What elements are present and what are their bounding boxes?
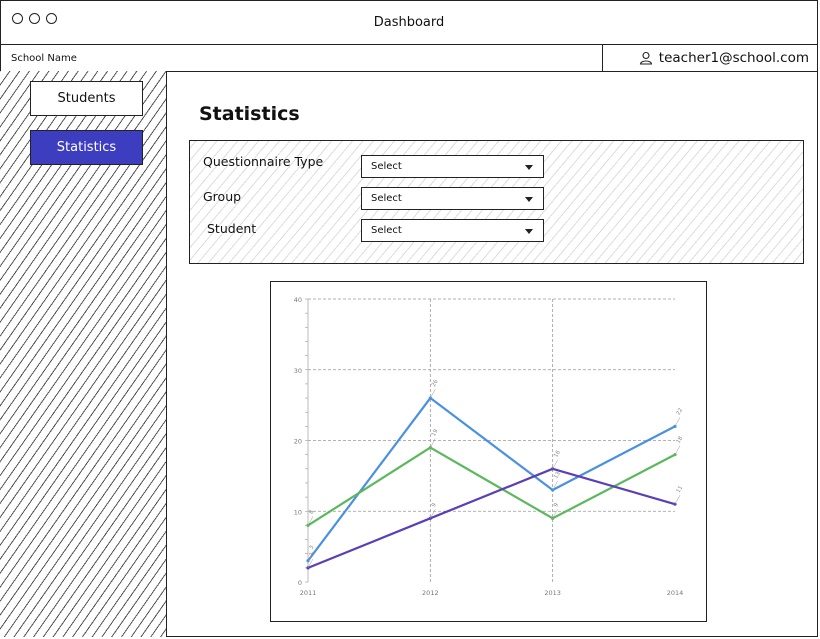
questionnaire-type-label: Questionnaire Type xyxy=(203,154,324,169)
data-point xyxy=(306,523,310,527)
data-label-leader xyxy=(674,495,681,505)
sidebar-item-statistics[interactable]: Statistics xyxy=(30,130,143,165)
data-point xyxy=(551,488,555,492)
x-tick-label: 2012 xyxy=(422,589,439,597)
data-label-leader xyxy=(552,459,558,469)
data-label-leader xyxy=(674,417,681,427)
data-point xyxy=(551,467,555,471)
sidebar-item-students[interactable]: Students xyxy=(30,81,143,116)
x-tick-label: 2011 xyxy=(300,589,317,597)
filters-panel: Questionnaire Type Select Group Select S… xyxy=(189,140,804,264)
statistics-chart: 0 10 20 30 40 2011 2012 2013 2014 3 26 13 22 8 19 9 18 2 9… xyxy=(270,281,707,622)
data-label: 16 xyxy=(553,449,562,458)
student-value: Select xyxy=(371,225,402,236)
school-name: School Name xyxy=(11,53,77,64)
data-label: 26 xyxy=(431,379,440,388)
data-label: 9 xyxy=(553,502,560,508)
data-label-leader xyxy=(674,445,681,455)
y-tick-label: 10 xyxy=(294,508,302,516)
data-label: 22 xyxy=(676,407,685,416)
x-tick-label: 2013 xyxy=(544,589,561,597)
chevron-down-icon xyxy=(525,165,533,170)
data-label-leader xyxy=(430,388,436,399)
user-email: teacher1@school.com xyxy=(658,50,809,66)
data-label: 3 xyxy=(309,544,316,550)
user-account-button[interactable]: teacher1@school.com xyxy=(602,44,818,72)
data-label: 18 xyxy=(676,435,685,444)
chevron-down-icon xyxy=(525,229,533,234)
user-icon xyxy=(639,51,652,65)
group-select[interactable]: Select xyxy=(361,187,544,210)
data-label: 8 xyxy=(309,509,316,515)
group-label: Group xyxy=(203,189,242,204)
y-tick-label: 40 xyxy=(294,296,302,304)
y-tick-label: 30 xyxy=(294,367,302,375)
y-tick-label: 20 xyxy=(294,438,302,446)
title-bar: Dashboard xyxy=(1,1,817,45)
line-chart: 0102030402011 2012 2013 2014326132281991829… xyxy=(294,296,685,597)
student-select[interactable]: Select xyxy=(361,219,544,242)
data-point xyxy=(306,559,310,563)
data-label: 19 xyxy=(431,428,440,437)
chevron-down-icon xyxy=(525,197,533,202)
x-tick-label: 2014 xyxy=(667,589,684,597)
group-value: Select xyxy=(371,193,402,204)
data-label: 11 xyxy=(676,485,685,494)
data-label: 9 xyxy=(431,502,438,508)
sidebar: Students Statistics xyxy=(0,71,167,637)
questionnaire-type-select[interactable]: Select xyxy=(361,155,544,178)
questionnaire-type-value: Select xyxy=(371,161,402,172)
window-title: Dashboard xyxy=(373,15,445,30)
page-title: Statistics xyxy=(199,103,300,125)
student-label: Student xyxy=(207,221,257,236)
series-line-1 xyxy=(307,396,676,562)
y-tick-label: 0 xyxy=(298,579,302,587)
data-label-leader xyxy=(430,438,436,448)
